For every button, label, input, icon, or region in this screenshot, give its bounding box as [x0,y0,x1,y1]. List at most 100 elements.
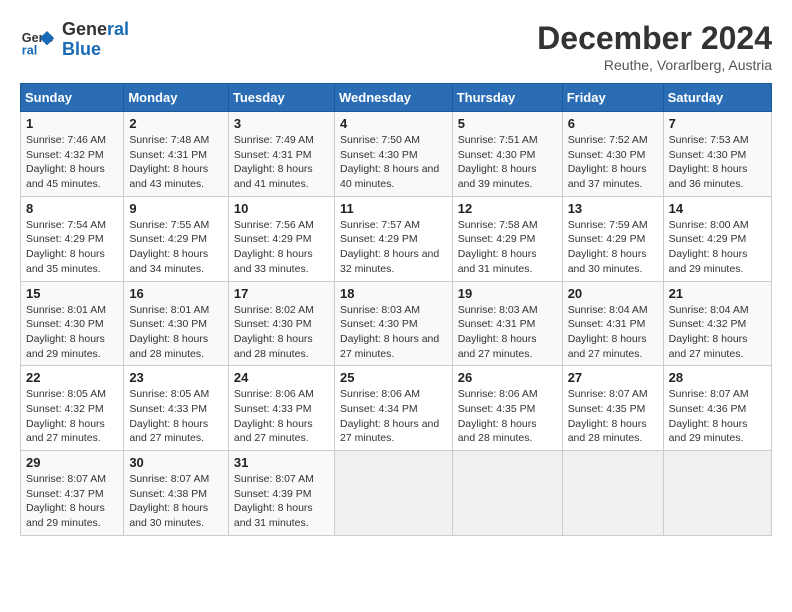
calendar-cell [562,451,663,536]
calendar-table: SundayMondayTuesdayWednesdayThursdayFrid… [20,83,772,536]
calendar-cell: 11 Sunrise: 7:57 AM Sunset: 4:29 PM Dayl… [334,196,452,281]
calendar-cell: 8 Sunrise: 7:54 AM Sunset: 4:29 PM Dayli… [21,196,124,281]
title-area: December 2024 Reuthe, Vorarlberg, Austri… [537,20,772,73]
calendar-cell: 6 Sunrise: 7:52 AM Sunset: 4:30 PM Dayli… [562,112,663,197]
day-info: Sunrise: 7:50 AM Sunset: 4:30 PM Dayligh… [340,133,447,192]
day-info: Sunrise: 8:06 AM Sunset: 4:34 PM Dayligh… [340,387,447,446]
calendar-week-row: 22 Sunrise: 8:05 AM Sunset: 4:32 PM Dayl… [21,366,772,451]
calendar-cell: 5 Sunrise: 7:51 AM Sunset: 4:30 PM Dayli… [452,112,562,197]
logo-icon: Gene ral [20,22,56,58]
day-number: 22 [26,370,118,385]
day-number: 31 [234,455,329,470]
calendar-week-row: 1 Sunrise: 7:46 AM Sunset: 4:32 PM Dayli… [21,112,772,197]
calendar-cell: 10 Sunrise: 7:56 AM Sunset: 4:29 PM Dayl… [228,196,334,281]
day-number: 10 [234,201,329,216]
calendar-cell: 30 Sunrise: 8:07 AM Sunset: 4:38 PM Dayl… [124,451,229,536]
day-info: Sunrise: 8:04 AM Sunset: 4:32 PM Dayligh… [669,303,766,362]
calendar-cell [663,451,771,536]
calendar-cell: 19 Sunrise: 8:03 AM Sunset: 4:31 PM Dayl… [452,281,562,366]
calendar-cell: 13 Sunrise: 7:59 AM Sunset: 4:29 PM Dayl… [562,196,663,281]
day-info: Sunrise: 7:49 AM Sunset: 4:31 PM Dayligh… [234,133,329,192]
day-info: Sunrise: 8:07 AM Sunset: 4:38 PM Dayligh… [129,472,223,531]
calendar-header-cell: Saturday [663,84,771,112]
day-info: Sunrise: 8:04 AM Sunset: 4:31 PM Dayligh… [568,303,658,362]
calendar-subtitle: Reuthe, Vorarlberg, Austria [537,57,772,73]
calendar-cell: 2 Sunrise: 7:48 AM Sunset: 4:31 PM Dayli… [124,112,229,197]
day-info: Sunrise: 8:06 AM Sunset: 4:33 PM Dayligh… [234,387,329,446]
day-number: 29 [26,455,118,470]
logo-text: General Blue [62,20,129,60]
calendar-cell: 27 Sunrise: 8:07 AM Sunset: 4:35 PM Dayl… [562,366,663,451]
calendar-week-row: 8 Sunrise: 7:54 AM Sunset: 4:29 PM Dayli… [21,196,772,281]
day-number: 3 [234,116,329,131]
day-number: 14 [669,201,766,216]
day-number: 19 [458,286,557,301]
day-number: 15 [26,286,118,301]
day-number: 5 [458,116,557,131]
calendar-week-row: 15 Sunrise: 8:01 AM Sunset: 4:30 PM Dayl… [21,281,772,366]
calendar-header-cell: Sunday [21,84,124,112]
day-info: Sunrise: 7:57 AM Sunset: 4:29 PM Dayligh… [340,218,447,277]
day-number: 25 [340,370,447,385]
day-info: Sunrise: 7:55 AM Sunset: 4:29 PM Dayligh… [129,218,223,277]
calendar-cell: 23 Sunrise: 8:05 AM Sunset: 4:33 PM Dayl… [124,366,229,451]
calendar-header-cell: Friday [562,84,663,112]
day-info: Sunrise: 8:00 AM Sunset: 4:29 PM Dayligh… [669,218,766,277]
day-info: Sunrise: 8:05 AM Sunset: 4:32 PM Dayligh… [26,387,118,446]
day-number: 16 [129,286,223,301]
calendar-cell: 20 Sunrise: 8:04 AM Sunset: 4:31 PM Dayl… [562,281,663,366]
calendar-cell [334,451,452,536]
calendar-body: 1 Sunrise: 7:46 AM Sunset: 4:32 PM Dayli… [21,112,772,536]
day-number: 8 [26,201,118,216]
day-info: Sunrise: 8:06 AM Sunset: 4:35 PM Dayligh… [458,387,557,446]
day-number: 13 [568,201,658,216]
day-number: 23 [129,370,223,385]
calendar-cell: 14 Sunrise: 8:00 AM Sunset: 4:29 PM Dayl… [663,196,771,281]
calendar-cell: 15 Sunrise: 8:01 AM Sunset: 4:30 PM Dayl… [21,281,124,366]
day-number: 2 [129,116,223,131]
calendar-cell: 29 Sunrise: 8:07 AM Sunset: 4:37 PM Dayl… [21,451,124,536]
calendar-cell: 28 Sunrise: 8:07 AM Sunset: 4:36 PM Dayl… [663,366,771,451]
day-number: 30 [129,455,223,470]
day-number: 9 [129,201,223,216]
day-number: 28 [669,370,766,385]
day-number: 12 [458,201,557,216]
calendar-week-row: 29 Sunrise: 8:07 AM Sunset: 4:37 PM Dayl… [21,451,772,536]
day-info: Sunrise: 7:48 AM Sunset: 4:31 PM Dayligh… [129,133,223,192]
calendar-cell: 24 Sunrise: 8:06 AM Sunset: 4:33 PM Dayl… [228,366,334,451]
day-number: 18 [340,286,447,301]
day-info: Sunrise: 7:46 AM Sunset: 4:32 PM Dayligh… [26,133,118,192]
day-info: Sunrise: 8:07 AM Sunset: 4:36 PM Dayligh… [669,387,766,446]
day-number: 26 [458,370,557,385]
day-number: 4 [340,116,447,131]
day-info: Sunrise: 8:07 AM Sunset: 4:37 PM Dayligh… [26,472,118,531]
day-info: Sunrise: 7:56 AM Sunset: 4:29 PM Dayligh… [234,218,329,277]
day-info: Sunrise: 7:59 AM Sunset: 4:29 PM Dayligh… [568,218,658,277]
calendar-cell: 9 Sunrise: 7:55 AM Sunset: 4:29 PM Dayli… [124,196,229,281]
day-info: Sunrise: 7:53 AM Sunset: 4:30 PM Dayligh… [669,133,766,192]
calendar-cell: 31 Sunrise: 8:07 AM Sunset: 4:39 PM Dayl… [228,451,334,536]
day-number: 1 [26,116,118,131]
calendar-cell: 17 Sunrise: 8:02 AM Sunset: 4:30 PM Dayl… [228,281,334,366]
day-info: Sunrise: 8:07 AM Sunset: 4:35 PM Dayligh… [568,387,658,446]
day-info: Sunrise: 8:07 AM Sunset: 4:39 PM Dayligh… [234,472,329,531]
calendar-cell: 4 Sunrise: 7:50 AM Sunset: 4:30 PM Dayli… [334,112,452,197]
calendar-title: December 2024 [537,20,772,57]
calendar-header-cell: Wednesday [334,84,452,112]
day-number: 24 [234,370,329,385]
day-number: 21 [669,286,766,301]
day-info: Sunrise: 7:58 AM Sunset: 4:29 PM Dayligh… [458,218,557,277]
day-number: 17 [234,286,329,301]
day-info: Sunrise: 8:01 AM Sunset: 4:30 PM Dayligh… [26,303,118,362]
calendar-header-cell: Monday [124,84,229,112]
calendar-cell: 7 Sunrise: 7:53 AM Sunset: 4:30 PM Dayli… [663,112,771,197]
svg-text:ral: ral [22,43,37,57]
calendar-cell: 12 Sunrise: 7:58 AM Sunset: 4:29 PM Dayl… [452,196,562,281]
calendar-header-cell: Tuesday [228,84,334,112]
calendar-cell: 25 Sunrise: 8:06 AM Sunset: 4:34 PM Dayl… [334,366,452,451]
day-info: Sunrise: 8:02 AM Sunset: 4:30 PM Dayligh… [234,303,329,362]
day-number: 27 [568,370,658,385]
calendar-header-row: SundayMondayTuesdayWednesdayThursdayFrid… [21,84,772,112]
day-info: Sunrise: 8:05 AM Sunset: 4:33 PM Dayligh… [129,387,223,446]
page-header: Gene ral General Blue December 2024 Reut… [20,20,772,73]
